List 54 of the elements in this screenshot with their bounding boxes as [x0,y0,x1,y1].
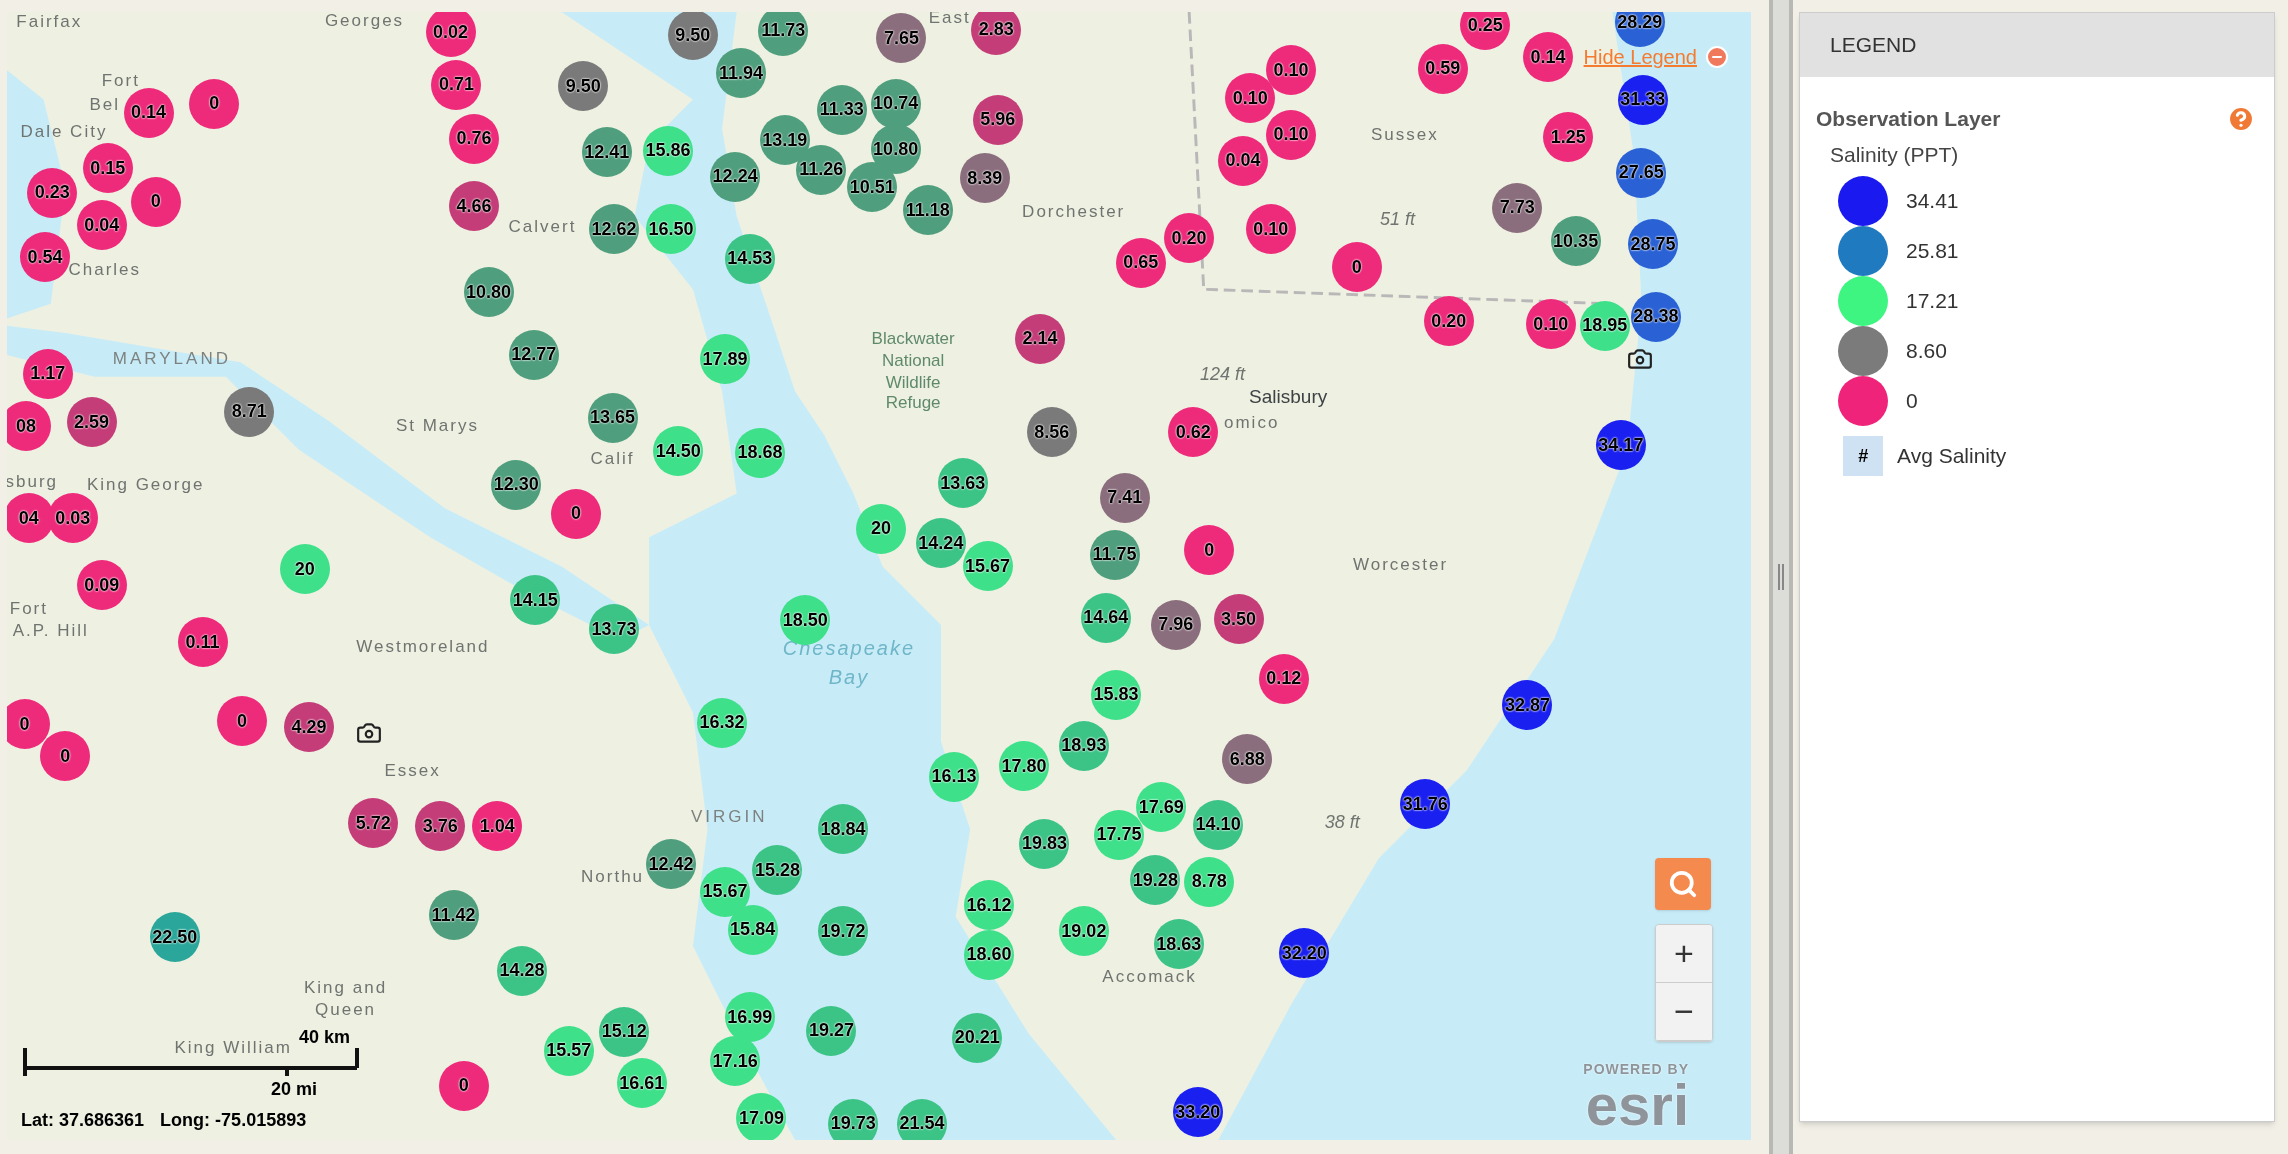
map-place-label: Blackwater [871,328,955,351]
layer-title: Observation Layer [1816,106,2001,132]
map-place-label: Fort [9,598,48,621]
legend-value: 25.81 [1906,238,1959,265]
legend-subtitle: Salinity (PPT) [1830,141,1960,168]
map-place-label: St Marys [395,415,479,438]
map-place-label: Northu [581,866,645,889]
map-place-label: 51 ft [1380,207,1416,231]
basemap-drawing[interactable] [7,12,1751,1140]
zoom-out-button[interactable]: − [1656,983,1712,1041]
map-place-label: King George [86,474,205,496]
legend-value: 0 [1906,388,1918,415]
scale-label: 20 mi [271,1078,318,1101]
map-place-label: Charles [68,259,142,282]
map-place-label: omico [1224,412,1280,435]
longitude-readout: Long: -75.015893 [160,1109,307,1132]
avg-symbol: # [1843,436,1883,476]
map-place-label: Dorchester [1022,201,1126,224]
map-place-label: Calif [590,447,635,470]
map-place-label: Dale City [20,120,108,143]
esri-logo: POWERED BY esri [1583,1060,1689,1130]
legend-value: Avg Salinity [1897,443,2007,470]
map-place-label: King and [303,977,388,1000]
map-place-label: Westmoreland [356,636,490,658]
map-place-label: Worcester [1352,554,1449,577]
map-place-label: Bay [828,665,870,691]
legend-title: LEGEND [1830,32,1917,59]
map-place-label: Sussex [1371,123,1439,146]
map-place-label: Fairfax [16,12,83,34]
map-place-label: King William [174,1037,292,1060]
map-place-label: 38 ft [1324,810,1360,834]
search-button[interactable] [1655,858,1711,910]
map-place-label: VIRGIN [691,806,768,829]
zoom-in-button[interactable]: + [1656,925,1712,983]
map-place-label: Calvert [508,215,577,238]
scale-label: 40 km [299,1026,351,1049]
map-place-label: National [881,350,945,372]
map-place-label: Bel [89,94,121,117]
legend-value: 17.21 [1906,288,1959,315]
legend-value: 34.41 [1906,188,1959,215]
map-place-label: Refuge [885,392,941,415]
search-icon [1668,869,1698,899]
map-place-label: Queen [315,999,377,1022]
map-place-label: Salisbury [1249,384,1328,409]
map-place-label: East [928,12,971,30]
map-place-label: 124 ft [1200,362,1245,386]
map-place-label: Essex [384,760,441,783]
panel-splitter[interactable] [1769,0,1793,1154]
map-place-label: A.P. Hill [12,619,89,642]
legend-value: 8.60 [1906,338,1947,365]
map-place-label: Wildlife [885,371,941,394]
map-place-label: Georges [324,12,405,32]
map-place-label: MARYLAND [112,348,231,371]
latitude-readout: Lat: 37.686361 [21,1109,145,1132]
